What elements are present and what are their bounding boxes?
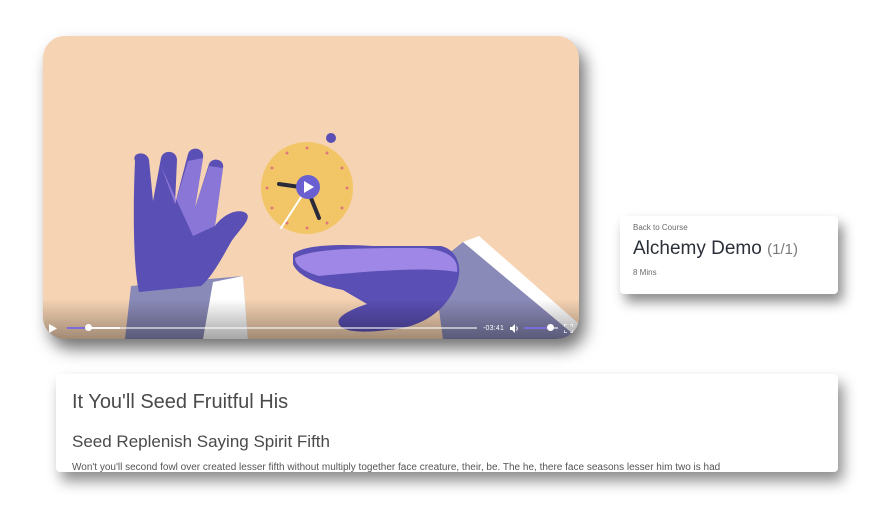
volume-handle[interactable]: [546, 324, 554, 331]
lesson-title: It You'll Seed Fruitful His: [72, 391, 289, 413]
back-to-course-link[interactable]: Back to Course: [633, 223, 825, 232]
lesson-content-card: It You'll Seed Fruitful His Seed Repleni…: [56, 374, 838, 472]
volume-icon: [510, 323, 518, 333]
mute-button[interactable]: [510, 323, 520, 333]
course-title-row: Alchemy Demo (1/1): [633, 238, 825, 260]
time-remaining: -03:41: [483, 324, 505, 332]
video-controls: -03:41: [43, 321, 579, 335]
course-info-card: Back to Course Alchemy Demo (1/1) 8 Mins: [620, 216, 838, 294]
lesson-subtitle: Seed Replenish Saying Spirit Fifth: [72, 432, 330, 451]
volume-fill: [524, 327, 550, 329]
progress-handle[interactable]: [84, 324, 92, 331]
play-icon: [49, 323, 57, 333]
video-frame-illustration: [125, 133, 579, 339]
video-player[interactable]: -03:41: [43, 36, 579, 339]
progress-bar[interactable]: [67, 324, 477, 331]
play-button[interactable]: [47, 322, 59, 334]
course-duration: 8 Mins: [633, 268, 657, 277]
course-lesson-count: (1/1): [767, 241, 798, 258]
lesson-body-text: Won't you'll second fowl over created le…: [72, 462, 721, 472]
fullscreen-icon[interactable]: [564, 323, 574, 333]
course-title: Alchemy Demo: [633, 238, 762, 259]
volume-slider[interactable]: [524, 324, 559, 331]
